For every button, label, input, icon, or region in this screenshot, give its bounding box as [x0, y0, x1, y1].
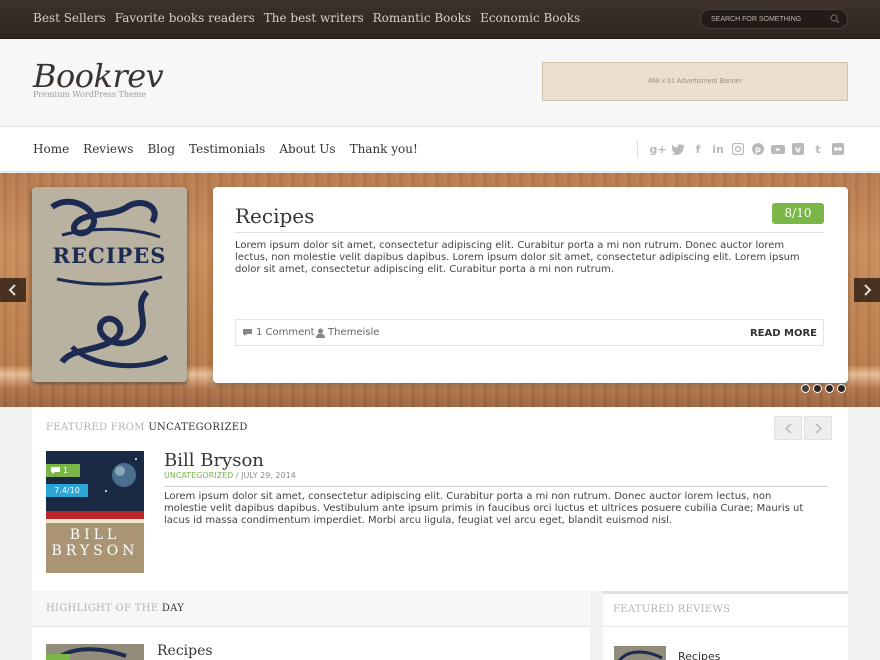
- google-plus-icon[interactable]: g+: [649, 142, 666, 156]
- slider-dot-3[interactable]: [825, 384, 834, 393]
- youtube-icon[interactable]: [771, 142, 785, 156]
- slide-author-label: Themeisle: [328, 327, 380, 338]
- nav-reviews[interactable]: Reviews: [83, 142, 133, 156]
- highlight-label-prefix: HIGHLIGHT OF THE: [46, 603, 159, 614]
- featured-prev-button[interactable]: [774, 416, 802, 440]
- read-more-link[interactable]: READ MORE: [750, 328, 817, 339]
- featured-slider: RECIPES Recipes 8/10 Lorem ipsum dolor s…: [0, 173, 880, 407]
- comment-icon: [243, 329, 252, 336]
- highlight-post-title[interactable]: Recipes: [157, 643, 213, 659]
- featured-label-prefix: FEATURED FROM: [46, 422, 145, 433]
- featured-post-category[interactable]: UNCATEGORIZED: [164, 471, 233, 480]
- top-nav-favorite-books[interactable]: Favorite books readers: [115, 11, 255, 25]
- slide-comments[interactable]: 1 Comment: [242, 327, 315, 338]
- user-icon: [316, 328, 325, 338]
- top-nav-best-sellers[interactable]: Best Sellers: [33, 11, 106, 25]
- ad-banner[interactable]: 468 x 61 Advertisment Banner: [542, 62, 848, 101]
- featured-post-title[interactable]: Bill Bryson: [164, 450, 264, 471]
- slider-dot-1[interactable]: [801, 384, 810, 393]
- highlight-label-strong: DAY: [161, 603, 185, 614]
- slide-meta-bar: 1 Comment Themeisle READ MORE: [235, 319, 824, 346]
- slide-author[interactable]: Themeisle: [316, 327, 379, 338]
- chevron-right-icon: [864, 284, 871, 296]
- slide-divider: [235, 232, 824, 233]
- chevron-right-icon: [814, 422, 822, 434]
- comment-icon: [51, 466, 60, 474]
- slide-book-cover[interactable]: RECIPES: [32, 187, 187, 382]
- chevron-left-icon: [9, 284, 16, 296]
- highlight-comment-badge: [46, 654, 70, 660]
- top-bar: Best Sellers Favorite books readers The …: [0, 0, 880, 39]
- slider-dot-2[interactable]: [813, 384, 822, 393]
- tumblr-icon[interactable]: t: [811, 142, 825, 156]
- vimeo-icon[interactable]: v: [791, 142, 805, 156]
- top-nav-best-writers[interactable]: The best writers: [264, 11, 364, 25]
- nav-thank-you[interactable]: Thank you!: [350, 142, 418, 156]
- highlight-section: HIGHLIGHT OF THE DAY Recipes: [32, 591, 590, 660]
- featured-next-button[interactable]: [804, 416, 832, 440]
- slider-dot-4[interactable]: [837, 384, 846, 393]
- top-navigation: Best Sellers Favorite books readers The …: [33, 11, 589, 25]
- review-thumbnail[interactable]: [614, 646, 666, 660]
- chevron-left-icon: [784, 422, 792, 434]
- slider-pagination: [801, 384, 846, 393]
- search-icon[interactable]: [830, 14, 840, 24]
- score-badge: 7.4/10: [46, 484, 88, 497]
- slider-prev-button[interactable]: [0, 278, 26, 302]
- svg-text:v: v: [795, 146, 801, 156]
- ad-banner-text: 468 x 61 Advertisment Banner: [648, 78, 742, 85]
- nav-blog[interactable]: Blog: [147, 142, 175, 156]
- comment-count: 1: [63, 466, 69, 475]
- featured-post-date: / JULY 29, 2014: [235, 471, 296, 480]
- slide-card: Recipes 8/10 Lorem ipsum dolor sit amet,…: [213, 187, 848, 383]
- highlight-thumbnail[interactable]: [46, 644, 144, 660]
- featured-nav: [774, 416, 832, 440]
- featured-reviews-widget: FEATURED REVIEWS Recipes: [603, 591, 848, 660]
- search-input[interactable]: [711, 13, 826, 26]
- top-nav-romantic-books[interactable]: Romantic Books: [373, 11, 471, 25]
- featured-divider: [164, 486, 828, 487]
- nav-home[interactable]: Home: [33, 142, 69, 156]
- cover-author-first: BILL: [69, 527, 121, 543]
- earth-illustration: [105, 458, 137, 492]
- top-nav-economic-books[interactable]: Economic Books: [480, 11, 580, 25]
- site-tagline: Premium WordPress Theme: [33, 90, 147, 99]
- flickr-icon[interactable]: [831, 142, 845, 156]
- nav-about-us[interactable]: About Us: [279, 142, 335, 156]
- cover-red-band: [46, 511, 144, 519]
- slide-cover-title: RECIPES: [52, 243, 167, 268]
- linkedin-icon[interactable]: in: [711, 142, 725, 156]
- main-navigation: Home Reviews Blog Testimonials About Us …: [0, 127, 880, 172]
- site-header: Bookrev Premium WordPress Theme 468 x 61…: [0, 39, 880, 127]
- twitter-icon[interactable]: [671, 142, 685, 156]
- featured-post-meta: UNCATEGORIZED / JULY 29, 2014: [164, 471, 296, 480]
- slide-score-badge: 8/10: [772, 203, 824, 224]
- cover-author-last: BRYSON: [51, 543, 139, 559]
- svg-text:p: p: [755, 145, 761, 154]
- slide-excerpt: Lorem ipsum dolor sit amet, consectetur …: [235, 240, 800, 275]
- cover-space-art: [46, 451, 144, 511]
- slider-next-button[interactable]: [854, 278, 880, 302]
- review-ornament: [617, 650, 663, 660]
- featured-section-label: FEATURED FROM UNCATEGORIZED: [46, 422, 248, 433]
- featured-reviews-label: FEATURED REVIEWS: [613, 604, 731, 615]
- review-item-title[interactable]: Recipes: [678, 650, 721, 660]
- featured-book-cover[interactable]: BILL BRYSON 1 7.4/10: [46, 451, 144, 573]
- nav-testimonials[interactable]: Testimonials: [189, 142, 265, 156]
- search-box: [700, 9, 848, 29]
- social-icons: g+ f in p v t: [637, 140, 845, 158]
- slide-title[interactable]: Recipes: [235, 204, 314, 228]
- facebook-icon[interactable]: f: [691, 142, 705, 156]
- featured-section: FEATURED FROM UNCATEGORIZED BILL BRYSON …: [32, 407, 848, 591]
- cover-cream-band: [46, 519, 144, 523]
- comment-count-badge[interactable]: 1: [46, 464, 80, 477]
- featured-label-category[interactable]: UNCATEGORIZED: [148, 422, 247, 433]
- recipes-cover-ornament: [50, 198, 169, 369]
- slide-comments-label: 1 Comment: [256, 327, 315, 338]
- highlight-section-label: HIGHLIGHT OF THE DAY: [46, 603, 184, 614]
- pinterest-icon[interactable]: p: [751, 142, 765, 156]
- featured-post-excerpt: Lorem ipsum dolor sit amet, consectetur …: [164, 491, 804, 526]
- instagram-icon[interactable]: [731, 142, 745, 156]
